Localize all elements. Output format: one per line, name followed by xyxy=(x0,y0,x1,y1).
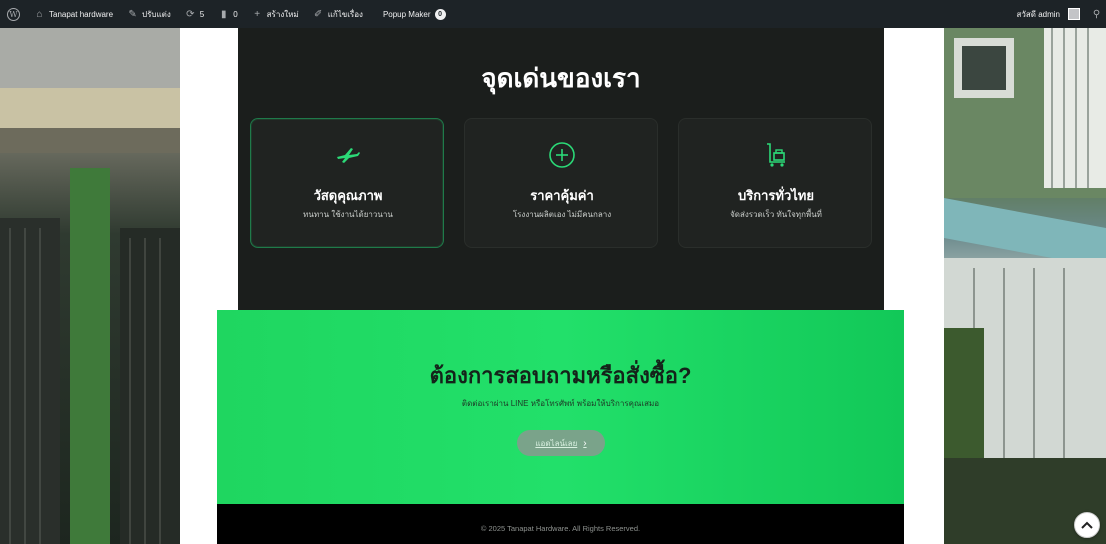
popup-maker-badge: 0 xyxy=(434,8,446,20)
feature-description: โรงงานผลิตเอง ไม่มีคนกลาง xyxy=(512,210,612,219)
building-right-illustration xyxy=(944,28,1106,544)
popup-maker-menu[interactable]: Popup Maker 0 xyxy=(376,0,453,28)
updates-menu[interactable]: ⟳ 5 xyxy=(178,0,211,28)
comments-count: 0 xyxy=(233,9,238,19)
features-title: จุดเด่นของเรา xyxy=(481,63,641,93)
building-left-illustration xyxy=(0,28,180,544)
background-photo-right xyxy=(944,28,1106,544)
site-name-label: Tanapat hardware xyxy=(49,9,114,19)
plane-icon xyxy=(251,141,445,169)
feature-description: ทนทาน ใช้งานได้ยาวนาน xyxy=(303,210,393,219)
refresh-icon: ⟳ xyxy=(186,8,195,20)
feature-card-service[interactable]: บริการทั่วไทย จัดส่งรวดเร็ว ทันใจทุกพื้น… xyxy=(678,118,872,248)
chevron-up-icon xyxy=(1081,521,1093,529)
edit-menu[interactable]: ✐ แก้ไขเรื่อง xyxy=(306,0,370,28)
comments-menu[interactable]: ▮ 0 xyxy=(211,0,244,28)
search-menu[interactable]: ⚲ xyxy=(1087,0,1106,28)
plus-icon: + xyxy=(254,8,261,20)
feature-description: จัดส่งรวดเร็ว ทันใจทุกพื้นที่ xyxy=(730,210,822,219)
search-icon: ⚲ xyxy=(1092,8,1101,20)
feature-title: บริการทั่วไทย xyxy=(738,188,814,203)
background-photo-left xyxy=(0,28,180,544)
wordpress-icon: W xyxy=(7,7,20,21)
cta-subtitle: ติดต่อเราผ่าน LINE หรือโทรศัพท์ พร้อมให้… xyxy=(461,399,660,408)
brush-icon: ✎ xyxy=(128,8,137,20)
copyright-text: © 2025 Tanapat Hardware. All Rights Rese… xyxy=(480,524,641,533)
customize-label: ปรับแต่ง xyxy=(142,9,171,19)
edit-label: แก้ไขเรื่อง xyxy=(327,9,363,19)
chevron-right-icon: › xyxy=(583,437,587,449)
plus-circle-icon xyxy=(465,141,659,169)
my-account-menu[interactable]: สวัสดี admin xyxy=(1010,0,1087,28)
new-content-menu[interactable]: + สร้างใหม่ xyxy=(245,0,306,28)
avatar xyxy=(1068,8,1080,20)
popup-maker-label: Popup Maker xyxy=(382,9,431,19)
feature-card-quality[interactable]: วัสดุคุณภาพ ทนทาน ใช้งานได้ยาวนาน xyxy=(250,118,444,248)
add-line-button[interactable]: แอดไลน์เลย › xyxy=(517,430,605,456)
home-icon: ⌂ xyxy=(36,8,43,20)
footer: © 2025 Tanapat Hardware. All Rights Rese… xyxy=(217,504,904,544)
customize-menu[interactable]: ✎ ปรับแต่ง xyxy=(120,0,178,28)
updates-count: 5 xyxy=(199,9,205,19)
comment-icon: ▮ xyxy=(220,8,227,20)
scroll-to-top-button[interactable] xyxy=(1074,512,1100,538)
admin-bar: W ⌂ Tanapat hardware ✎ ปรับแต่ง ⟳ 5 ▮ 0 … xyxy=(0,0,1106,28)
cta-section: ต้องการสอบถามหรือสั่งซื้อ? ติดต่อเราผ่าน… xyxy=(217,310,904,504)
feature-card-price[interactable]: ราคาคุ้มค่า โรงงานผลิตเอง ไม่มีคนกลาง xyxy=(464,118,658,248)
site-name-menu[interactable]: ⌂ Tanapat hardware xyxy=(27,0,120,28)
pencil-icon: ✐ xyxy=(314,8,323,20)
cta-title: ต้องการสอบถามหรือสั่งซื้อ? xyxy=(429,363,692,388)
wp-logo-menu[interactable]: W xyxy=(0,0,27,28)
greeting-label: สวัสดี admin xyxy=(1016,9,1060,19)
feature-title: ราคาคุ้มค่า xyxy=(530,188,594,203)
trolley-icon xyxy=(679,141,873,169)
new-label: สร้างใหม่ xyxy=(266,9,299,19)
add-line-button-label: แอดไลน์เลย xyxy=(535,438,578,448)
feature-title: วัสดุคุณภาพ xyxy=(313,188,383,203)
features-section: จุดเด่นของเรา วัสดุคุณภาพ ทนทาน ใช้งานได… xyxy=(238,28,884,310)
